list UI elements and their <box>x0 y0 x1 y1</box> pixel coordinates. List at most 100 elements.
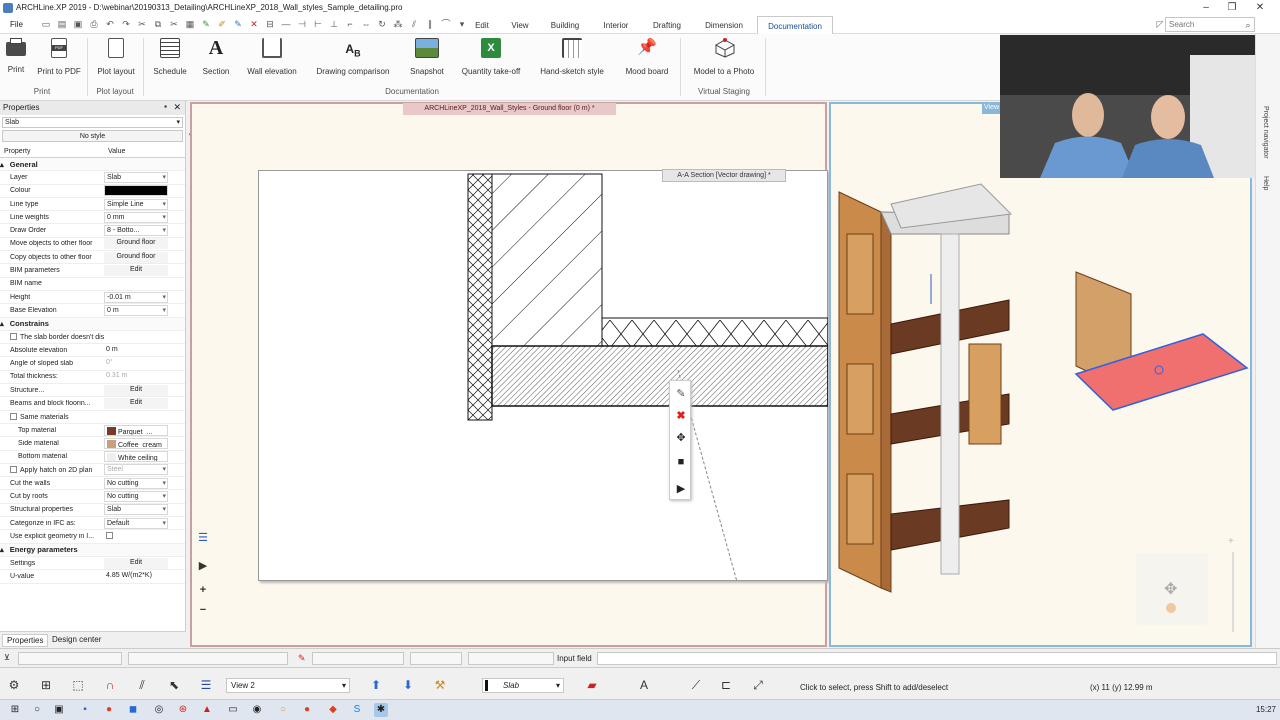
model-to-a-photo-button[interactable]: Model to a Photo <box>688 38 760 82</box>
offset-icon[interactable]: ⊢ <box>312 19 324 30</box>
tab-properties[interactable]: Properties <box>2 634 49 647</box>
wall-tool-icon[interactable]: ⊟ <box>264 19 276 30</box>
orbit-icon[interactable]: ✥ <box>1164 579 1177 599</box>
play-icon[interactable]: ▶ <box>674 482 688 496</box>
windows-start-icon[interactable]: ⊞ <box>8 703 22 717</box>
checkbox[interactable] <box>10 412 17 420</box>
taskbar-app-8-icon[interactable]: ◉ <box>250 703 264 717</box>
zoom-in-icon[interactable]: + <box>195 582 211 598</box>
floor-insulation[interactable] <box>601 317 828 347</box>
eraser-icon[interactable]: ▰ <box>584 677 600 693</box>
property-value[interactable]: 0 m <box>104 304 168 316</box>
property-value[interactable]: 0 mm <box>104 211 168 223</box>
property-value[interactable]: -0.01 m <box>104 291 168 303</box>
delete-x-icon[interactable]: ✖ <box>674 409 688 423</box>
slab-section[interactable] <box>491 345 828 407</box>
taskbar-app-12-icon[interactable]: S <box>350 703 364 717</box>
redo-icon[interactable]: ↷ <box>120 19 132 30</box>
restore-icon[interactable]: ❐ <box>1222 2 1242 13</box>
transform-icon[interactable]: ⤢ <box>750 677 766 693</box>
wall-core[interactable] <box>491 173 603 347</box>
property-value[interactable]: Ground floor <box>104 251 168 263</box>
property-value[interactable]: Edit <box>104 397 168 409</box>
sun-icon[interactable] <box>1166 603 1176 613</box>
wall-elevation-button[interactable]: Wall elevation <box>242 38 302 82</box>
project-navigator-tab[interactable]: Project navigator <box>1262 106 1269 159</box>
hammer-icon[interactable]: ⚒ <box>432 677 448 693</box>
layer-select[interactable]: Slab ▾ <box>482 678 564 693</box>
taskbar-app-6-icon[interactable]: ▲ <box>200 703 214 717</box>
print-button[interactable]: Print <box>4 38 28 82</box>
pin-icon[interactable]: ▪ <box>164 102 167 111</box>
taskbar-app-9-icon[interactable]: ○ <box>276 703 290 717</box>
taskbar-app-2-icon[interactable]: ● <box>102 703 116 717</box>
delete-icon[interactable]: ✕ <box>248 19 260 30</box>
quantity-take-off-button[interactable]: X Quantity take-off <box>458 38 524 82</box>
taskbar-search-icon[interactable]: ○ <box>30 703 44 717</box>
paste-icon[interactable]: ▦ <box>184 19 196 30</box>
section-general[interactable]: ▴ General <box>0 158 185 172</box>
multiply-icon[interactable]: ⁂ <box>392 19 404 30</box>
tab-dimension[interactable]: Dimension <box>700 16 748 34</box>
copy-icon[interactable]: ⧉ <box>152 19 164 30</box>
taskbar-app-10-icon[interactable]: ● <box>300 703 314 717</box>
ruler-icon[interactable]: ⊏ <box>718 677 734 693</box>
rotate-icon[interactable]: ↻ <box>376 19 388 30</box>
section-button[interactable]: A Section <box>198 38 234 82</box>
task-view-icon[interactable]: ▣ <box>52 703 66 717</box>
hand-sketch-style-button[interactable]: Hand-sketch style <box>536 38 608 82</box>
drawing-comparison-button[interactable]: AB Drawing comparison <box>310 38 396 82</box>
checkbox[interactable] <box>10 465 17 473</box>
search-icon[interactable]: ⌕ <box>1242 20 1254 31</box>
tab-interior[interactable]: Interior <box>596 16 636 34</box>
mood-board-button[interactable]: 📌 Mood board <box>620 38 674 82</box>
checkbox[interactable] <box>106 531 113 539</box>
arrow-up-icon[interactable]: ⬆ <box>368 677 384 693</box>
property-value[interactable]: Edit <box>104 557 168 569</box>
scissors-icon[interactable]: ✂ <box>168 19 180 30</box>
coord-field-4[interactable] <box>410 652 462 665</box>
close-icon[interactable]: ✕ <box>1250 2 1270 13</box>
zoom-slider[interactable]: + <box>1223 536 1243 638</box>
settings-gear-icon[interactable]: ⚙ <box>6 677 22 693</box>
property-value[interactable]: Simple Line <box>104 198 168 210</box>
property-value[interactable] <box>104 531 168 542</box>
pencil-edit-icon[interactable]: ✎ <box>674 387 688 401</box>
tab-design-center[interactable]: Design center <box>48 634 105 645</box>
paint-icon[interactable]: ✐ <box>216 19 228 30</box>
property-value[interactable]: Slab <box>104 504 168 516</box>
tab-edit[interactable]: Edit <box>468 16 496 34</box>
print-icon[interactable]: ⎙ <box>88 19 100 30</box>
pen-icon[interactable]: ✎ <box>298 653 306 664</box>
taskbar-app-3-icon[interactable]: ◼ <box>126 703 140 717</box>
open-icon[interactable]: ▤ <box>56 19 68 30</box>
copy-square-icon[interactable]: ■ <box>674 455 688 469</box>
list-icon[interactable]: ☰ <box>195 530 211 546</box>
property-value[interactable]: No cutting <box>104 491 168 503</box>
coord-field-5[interactable] <box>468 652 554 665</box>
input-mode-icon[interactable]: ⊻ <box>4 653 10 662</box>
minimize-icon[interactable]: – <box>1196 2 1216 13</box>
taskbar-archline-icon[interactable]: ✱ <box>374 703 388 717</box>
checkbox[interactable] <box>10 333 17 340</box>
property-value[interactable]: 8 - Botto... <box>104 225 168 237</box>
coord-field-1[interactable] <box>18 652 122 665</box>
extend-icon[interactable]: ⊥ <box>328 19 340 30</box>
schedule-button[interactable]: Schedule <box>150 38 190 82</box>
trim-icon[interactable]: ⊣ <box>296 19 308 30</box>
property-value[interactable]: Slab <box>104 171 168 183</box>
coord-field-3[interactable] <box>312 652 404 665</box>
object-type-select[interactable]: Slab ▾ <box>2 117 183 128</box>
panel-close-icon[interactable]: ✕ <box>173 102 181 113</box>
tab-documentation[interactable]: Documentation <box>757 16 833 34</box>
pencil-icon[interactable]: ✎ <box>232 19 244 30</box>
property-value[interactable]: No cutting <box>104 477 168 489</box>
cut-icon[interactable]: ✂ <box>136 19 148 30</box>
snapshot-button[interactable]: Snapshot <box>405 38 449 82</box>
style-selector[interactable]: No style✎ <box>2 130 196 142</box>
section-drawing[interactable] <box>258 170 828 581</box>
coord-field-2[interactable] <box>128 652 288 665</box>
property-value[interactable]: Ground floor <box>104 238 168 250</box>
arrow-down-icon[interactable]: ⬇ <box>400 677 416 693</box>
property-value[interactable]: Edit <box>104 265 168 277</box>
